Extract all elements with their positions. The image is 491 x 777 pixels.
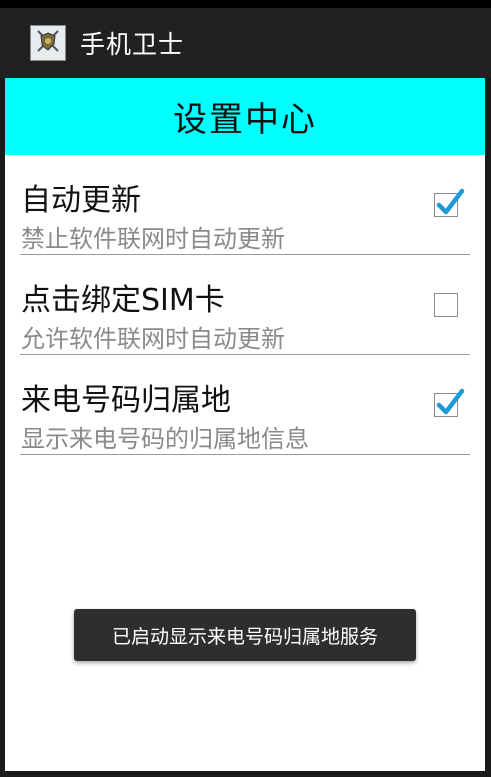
check-mark-icon: [436, 388, 465, 415]
preference-title: 来电号码归属地: [21, 383, 231, 418]
preference-summary: 禁止软件联网时自动更新: [21, 225, 285, 253]
preference-auto-update[interactable]: 自动更新 禁止软件联网时自动更新: [20, 155, 470, 255]
auto-update-checkbox[interactable]: [434, 188, 465, 217]
preference-bind-sim[interactable]: 点击绑定SIM卡 允许软件联网时自动更新: [20, 255, 470, 355]
window-edge-bottom: [0, 771, 491, 777]
window-edge-right: [485, 78, 491, 771]
app-title: 手机卫士: [80, 30, 185, 59]
preference-title: 点击绑定SIM卡: [21, 283, 225, 318]
bind-sim-checkbox[interactable]: [434, 293, 458, 317]
header-band: 设置中心: [5, 78, 485, 155]
check-mark-icon: [436, 188, 465, 215]
preference-caller-location[interactable]: 来电号码归属地 显示来电号码的归属地信息: [20, 355, 470, 455]
settings-screen: 设置中心 自动更新 禁止软件联网时自动更新 点击绑定SIM卡 允许软件联网时自动…: [5, 78, 485, 771]
action-bar: 手机卫士: [0, 8, 491, 78]
preference-list: 自动更新 禁止软件联网时自动更新 点击绑定SIM卡 允许软件联网时自动更新 来电…: [5, 155, 485, 455]
caller-location-checkbox[interactable]: [434, 388, 465, 417]
toast-message: 已启动显示来电号码归属地服务: [74, 609, 416, 661]
shield-swords-icon: [34, 27, 62, 59]
status-bar: [0, 0, 491, 8]
preference-summary: 允许软件联网时自动更新: [21, 325, 285, 353]
page-title: 设置中心: [173, 100, 317, 140]
preference-summary: 显示来电号码的归属地信息: [21, 425, 309, 453]
toast-text: 已启动显示来电号码归属地服务: [111, 625, 378, 648]
preference-title: 自动更新: [21, 183, 141, 218]
app-icon: [30, 25, 66, 61]
